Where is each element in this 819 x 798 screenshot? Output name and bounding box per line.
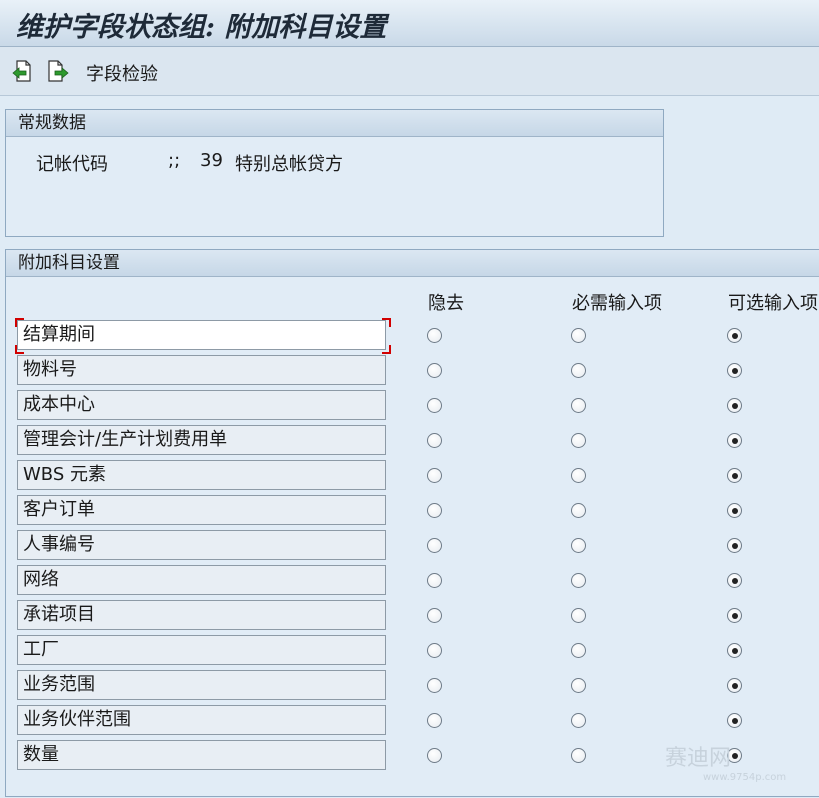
field-name-7[interactable]: 网络 xyxy=(17,565,386,595)
focus-corner-3 xyxy=(382,345,391,354)
field-name-0[interactable]: 结算期间 xyxy=(17,320,386,350)
field-name-8[interactable]: 承诺项目 xyxy=(17,600,386,630)
toolbar: 字段检验 xyxy=(0,47,819,96)
next-entry-icon[interactable] xyxy=(46,59,70,83)
field-name-1[interactable]: 物料号 xyxy=(17,355,386,385)
radio-suppress-9[interactable] xyxy=(427,643,442,658)
field-name-2[interactable]: 成本中心 xyxy=(17,390,386,420)
radio-suppress-1[interactable] xyxy=(427,363,442,378)
radio-required-2[interactable] xyxy=(571,398,586,413)
radio-required-4[interactable] xyxy=(571,468,586,483)
radio-optional-1[interactable] xyxy=(727,363,742,378)
radio-required-1[interactable] xyxy=(571,363,586,378)
radio-suppress-8[interactable] xyxy=(427,608,442,623)
radio-required-6[interactable] xyxy=(571,538,586,553)
radio-suppress-4[interactable] xyxy=(427,468,442,483)
additional-account-header: 附加科目设置 xyxy=(6,250,819,277)
radio-required-10[interactable] xyxy=(571,678,586,693)
column-header-required: 必需输入项 xyxy=(572,293,662,314)
field-name-4[interactable]: WBS 元素 xyxy=(17,460,386,490)
field-name-11[interactable]: 业务伙伴范围 xyxy=(17,705,386,735)
title-bar: 维护字段状态组: 附加科目设置 xyxy=(0,0,819,47)
field-name-12[interactable]: 数量 xyxy=(17,740,386,770)
radio-required-12[interactable] xyxy=(571,748,586,763)
radio-optional-10[interactable] xyxy=(727,678,742,693)
field-name-3[interactable]: 管理会计/生产计划费用单 xyxy=(17,425,386,455)
column-header-suppress: 隐去 xyxy=(428,293,464,314)
radio-optional-7[interactable] xyxy=(727,573,742,588)
radio-optional-9[interactable] xyxy=(727,643,742,658)
radio-optional-4[interactable] xyxy=(727,468,742,483)
radio-suppress-12[interactable] xyxy=(427,748,442,763)
field-name-5[interactable]: 客户订单 xyxy=(17,495,386,525)
radio-suppress-0[interactable] xyxy=(427,328,442,343)
radio-required-11[interactable] xyxy=(571,713,586,728)
posting-key-value: 39 xyxy=(200,150,223,171)
field-name-6[interactable]: 人事编号 xyxy=(17,530,386,560)
field-name-10[interactable]: 业务范围 xyxy=(17,670,386,700)
radio-suppress-2[interactable] xyxy=(427,398,442,413)
radio-suppress-7[interactable] xyxy=(427,573,442,588)
radio-suppress-5[interactable] xyxy=(427,503,442,518)
radio-optional-6[interactable] xyxy=(727,538,742,553)
column-header-optional: 可选输入项 xyxy=(728,293,818,314)
radio-required-9[interactable] xyxy=(571,643,586,658)
radio-optional-8[interactable] xyxy=(727,608,742,623)
radio-optional-3[interactable] xyxy=(727,433,742,448)
focus-corner-1 xyxy=(382,318,391,327)
focus-corner-2 xyxy=(15,345,24,354)
radio-required-7[interactable] xyxy=(571,573,586,588)
field-name-9[interactable]: 工厂 xyxy=(17,635,386,665)
previous-entry-icon[interactable] xyxy=(11,59,35,83)
general-data-header: 常规数据 xyxy=(6,110,663,137)
posting-key-label: 记帐代码 xyxy=(36,154,108,175)
radio-required-0[interactable] xyxy=(571,328,586,343)
posting-key-separator: ;; xyxy=(168,150,181,171)
radio-suppress-11[interactable] xyxy=(427,713,442,728)
posting-key-description: 特别总帐贷方 xyxy=(235,154,343,175)
radio-required-8[interactable] xyxy=(571,608,586,623)
radio-required-5[interactable] xyxy=(571,503,586,518)
window-title: 维护字段状态组: 附加科目设置 xyxy=(16,12,387,43)
field-check-button[interactable]: 字段检验 xyxy=(86,60,158,86)
radio-optional-2[interactable] xyxy=(727,398,742,413)
radio-required-3[interactable] xyxy=(571,433,586,448)
radio-optional-0[interactable] xyxy=(727,328,742,343)
watermark: 赛迪网 www.9754p.com xyxy=(665,746,787,783)
radio-suppress-3[interactable] xyxy=(427,433,442,448)
focus-corner-0 xyxy=(15,318,24,327)
radio-optional-5[interactable] xyxy=(727,503,742,518)
radio-suppress-10[interactable] xyxy=(427,678,442,693)
radio-optional-11[interactable] xyxy=(727,713,742,728)
radio-suppress-6[interactable] xyxy=(427,538,442,553)
